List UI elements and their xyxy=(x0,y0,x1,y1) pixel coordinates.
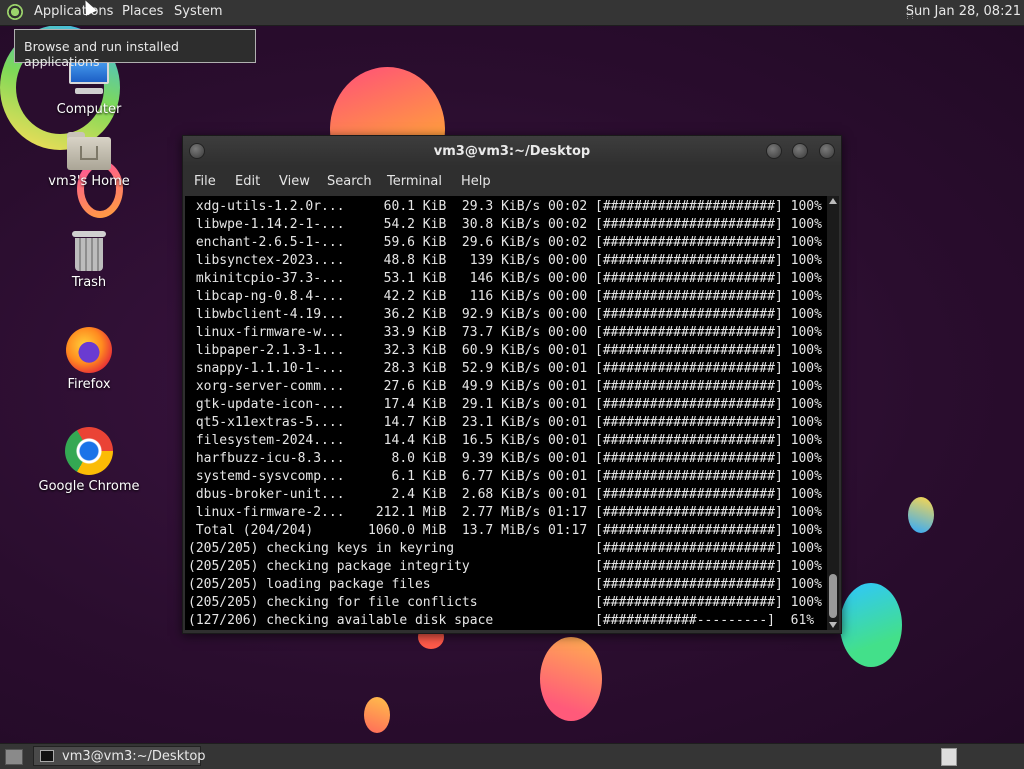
applications-tooltip: Browse and run installed applications xyxy=(14,29,256,69)
desktop-icon-label: Trash xyxy=(71,275,107,290)
home-folder-icon xyxy=(67,132,111,170)
wallpaper-shape xyxy=(540,637,602,721)
bottom-panel: vm3@vm3:~/Desktop xyxy=(0,743,1024,769)
terminal-icon xyxy=(40,750,54,762)
terminal-scrollbar[interactable] xyxy=(827,196,839,630)
terminal-lines: xdg-utils-1.2.0r... 60.1 KiB 29.3 KiB/s … xyxy=(188,198,822,630)
desktop-icon-firefox[interactable]: Firefox xyxy=(29,327,149,392)
close-button[interactable] xyxy=(819,143,835,159)
desktop-icon-label: Computer xyxy=(56,102,122,117)
desktop-icon-trash[interactable]: Trash xyxy=(29,231,149,290)
taskbar-window-label: vm3@vm3:~/Desktop xyxy=(62,749,206,764)
window-title: vm3@vm3:~/Desktop xyxy=(433,144,591,159)
terminal-line: enchant-2.6.5-1-... 59.6 KiB 29.6 KiB/s … xyxy=(188,235,822,250)
scrollbar-thumb[interactable] xyxy=(829,574,837,618)
menu-places[interactable]: Places xyxy=(122,4,163,19)
terminal-line: linux-firmware-2... 212.1 MiB 2.77 MiB/s… xyxy=(188,505,822,520)
wallpaper-shape xyxy=(908,497,934,533)
terminal-line: (205/205) checking for file conflicts [#… xyxy=(188,595,822,610)
terminal-line: linux-firmware-w... 33.9 KiB 73.7 KiB/s … xyxy=(188,325,822,340)
terminal-line: gtk-update-icon-... 17.4 KiB 29.1 KiB/s … xyxy=(188,397,822,412)
terminal-line: (205/205) loading package files [#######… xyxy=(188,577,822,592)
terminal-window[interactable]: vm3@vm3:~/Desktop File Edit View Search … xyxy=(182,135,842,634)
maximize-button[interactable] xyxy=(792,143,808,159)
menu-edit[interactable]: Edit xyxy=(235,174,260,189)
wallpaper-shape xyxy=(840,583,902,667)
clock[interactable]: Sun Jan 28, 08:21 xyxy=(906,4,1021,19)
workspace-switcher[interactable] xyxy=(941,748,957,766)
terminal-line: (127/206) checking available disk space … xyxy=(188,613,815,628)
show-desktop-icon[interactable] xyxy=(5,749,23,765)
scroll-down-icon[interactable] xyxy=(829,622,837,628)
terminal-line: snappy-1.1.10-1-... 28.3 KiB 52.9 KiB/s … xyxy=(188,361,822,376)
desktop-icon-chrome[interactable]: Google Chrome xyxy=(29,427,149,494)
trash-icon xyxy=(72,231,106,271)
menu-applications[interactable]: Applications xyxy=(34,4,113,19)
minimize-button[interactable] xyxy=(766,143,782,159)
desktop-icon-label: Google Chrome xyxy=(38,479,140,494)
terminal-line: systemd-sysvcomp... 6.1 KiB 6.77 KiB/s 0… xyxy=(188,469,822,484)
terminal-line: libwpe-1.14.2-1-... 54.2 KiB 30.8 KiB/s … xyxy=(188,217,822,232)
terminal-line: xdg-utils-1.2.0r... 60.1 KiB 29.3 KiB/s … xyxy=(188,199,822,214)
terminal-line: qt5-x11extras-5.... 14.7 KiB 23.1 KiB/s … xyxy=(188,415,822,430)
scroll-up-icon[interactable] xyxy=(829,198,837,204)
menu-terminal[interactable]: Terminal xyxy=(387,174,442,189)
chrome-icon xyxy=(65,427,113,475)
menu-help[interactable]: Help xyxy=(461,174,491,189)
menu-view[interactable]: View xyxy=(279,174,310,189)
terminal-line: libsynctex-2023.... 48.8 KiB 139 KiB/s 0… xyxy=(188,253,822,268)
terminal-line: harfbuzz-icu-8.3... 8.0 KiB 9.39 KiB/s 0… xyxy=(188,451,822,466)
terminal-line: Total (204/204) 1060.0 MiB 13.7 MiB/s 01… xyxy=(188,523,822,538)
menu-file[interactable]: File xyxy=(194,174,216,189)
menu-search[interactable]: Search xyxy=(327,174,372,189)
terminal-line: dbus-broker-unit... 2.4 KiB 2.68 KiB/s 0… xyxy=(188,487,822,502)
terminal-line: libcap-ng-0.8.4-... 42.2 KiB 116 KiB/s 0… xyxy=(188,289,822,304)
desktop-icon-label: Firefox xyxy=(67,377,111,392)
terminal-menubar: File Edit View Search Terminal Help xyxy=(183,168,841,196)
terminal-line: mkinitcpio-37.3-... 53.1 KiB 146 KiB/s 0… xyxy=(188,271,822,286)
taskbar-window-button[interactable]: vm3@vm3:~/Desktop xyxy=(33,746,206,766)
terminal-line: (205/205) checking keys in keyring [####… xyxy=(188,541,822,556)
firefox-icon xyxy=(66,327,112,373)
terminal-line: (205/205) checking package integrity [##… xyxy=(188,559,822,574)
desktop-icon-label: vm3's Home xyxy=(48,174,130,189)
top-panel: Applications Places System Sun Jan 28, 0… xyxy=(0,0,1024,26)
desktop-icon-home[interactable]: vm3's Home xyxy=(29,132,149,189)
window-titlebar[interactable]: vm3@vm3:~/Desktop xyxy=(183,136,841,166)
terminal-output[interactable]: xdg-utils-1.2.0r... 60.1 KiB 29.3 KiB/s … xyxy=(185,196,827,630)
terminal-line: libwbclient-4.19... 36.2 KiB 92.9 KiB/s … xyxy=(188,307,822,322)
distro-logo-icon[interactable] xyxy=(7,4,23,20)
terminal-line: xorg-server-comm... 27.6 KiB 49.9 KiB/s … xyxy=(188,379,822,394)
terminal-line: filesystem-2024.... 14.4 KiB 16.5 KiB/s … xyxy=(188,433,822,448)
terminal-line: libpaper-2.1.3-1... 32.3 KiB 60.9 KiB/s … xyxy=(188,343,822,358)
menu-system[interactable]: System xyxy=(174,4,222,19)
wallpaper-shape xyxy=(364,697,390,733)
